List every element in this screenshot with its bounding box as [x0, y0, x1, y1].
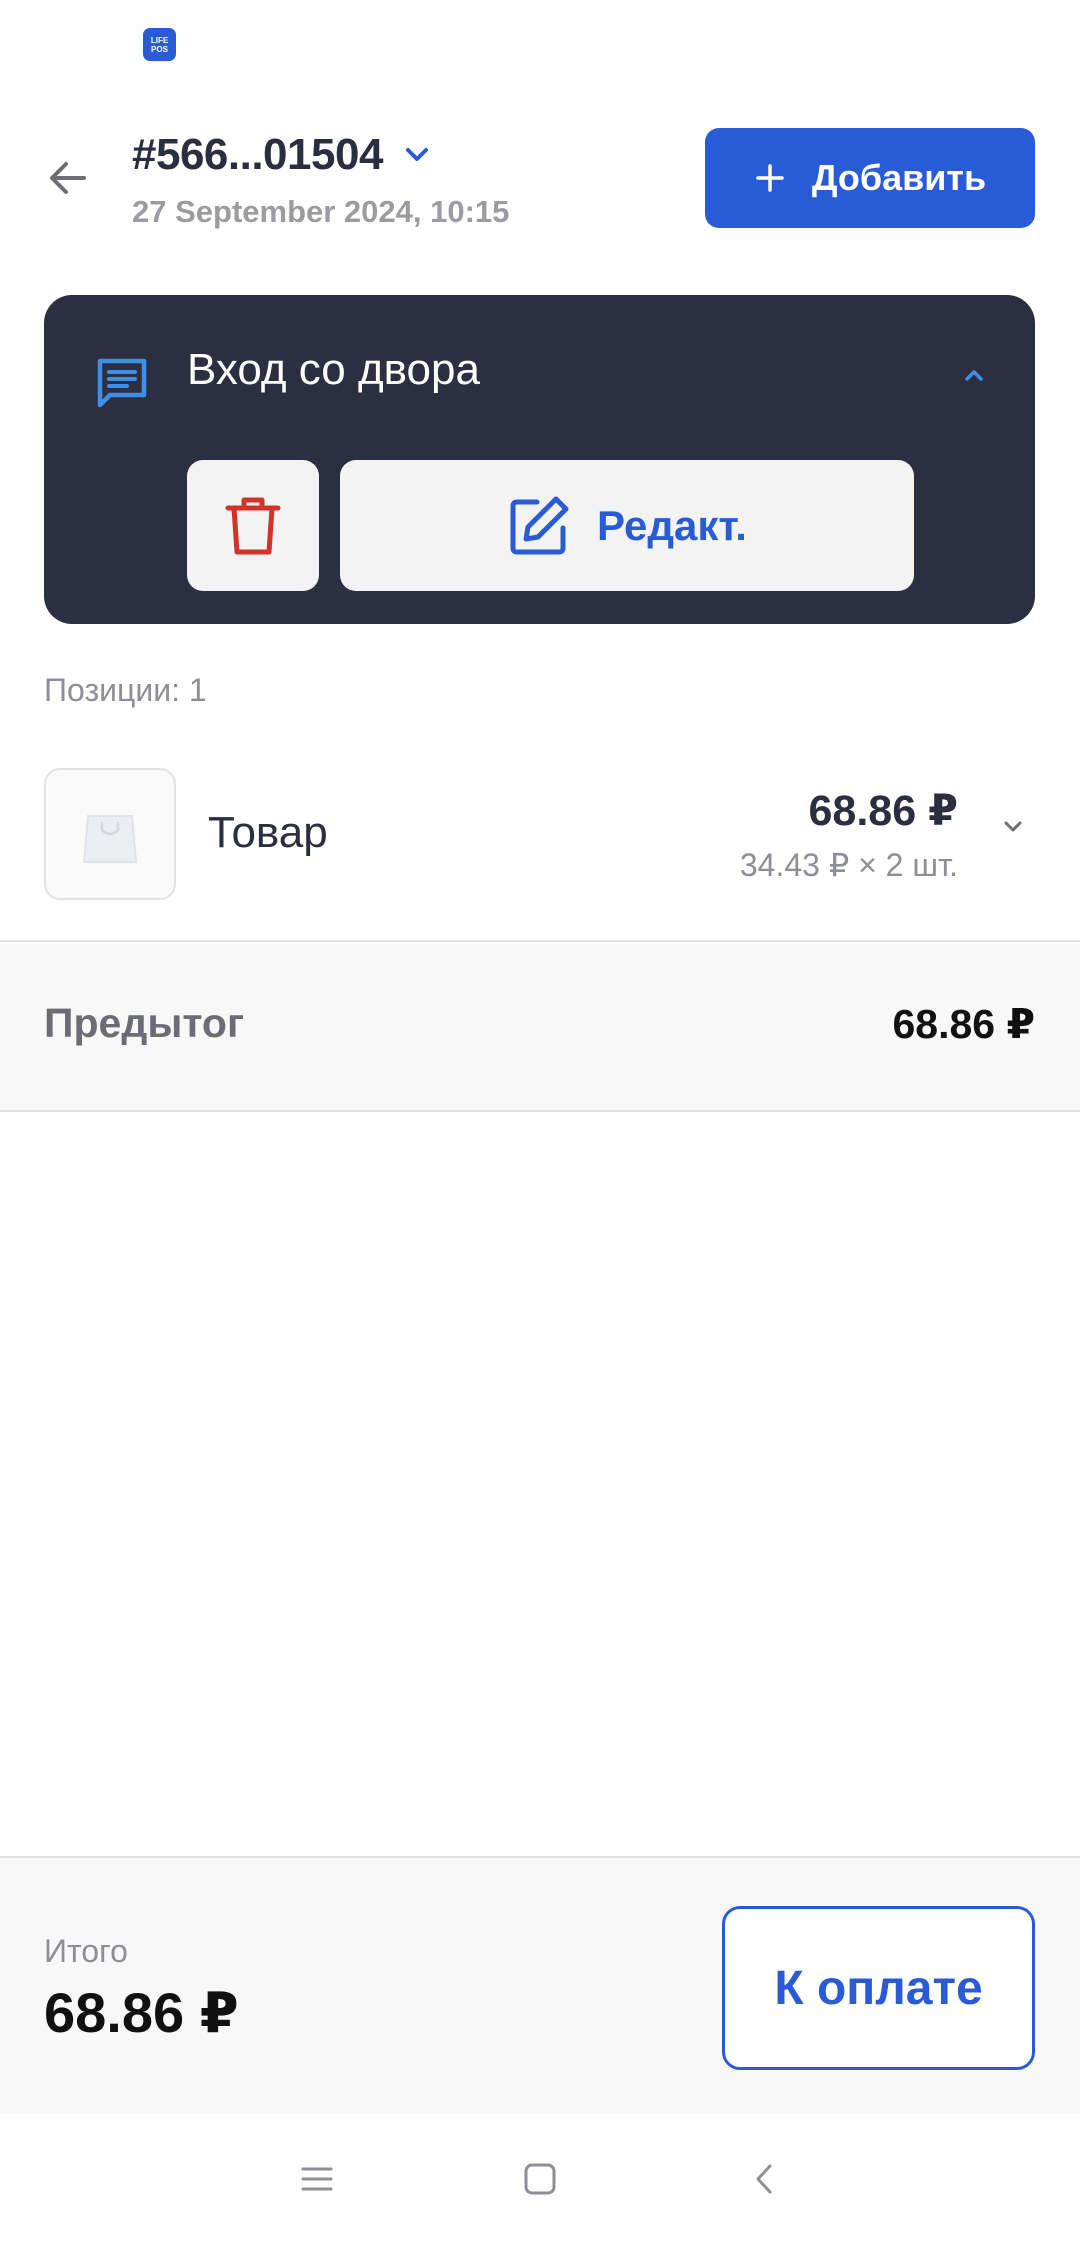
total-value: 68.86 ₽ [44, 1981, 239, 2044]
order-date: 27 September 2024, 10:15 [132, 194, 510, 229]
menu-icon [301, 2167, 333, 2191]
collapse-button[interactable] [944, 345, 1004, 405]
trash-icon [225, 497, 281, 554]
plus-icon [756, 164, 784, 192]
order-selector[interactable]: #566...01504 [132, 130, 433, 180]
item-total: 68.86 ₽ [808, 787, 958, 835]
system-navbar [0, 2114, 1080, 2244]
subtotal-value: 68.86 ₽ [892, 1001, 1035, 1047]
nav-home-button[interactable] [510, 2149, 570, 2209]
order-header: #566...01504 27 September 2024, 10:15 До… [0, 128, 1080, 229]
chevron-down-icon [405, 148, 428, 161]
comment-text: Вход со двора [187, 345, 480, 394]
add-button-label: Добавить [811, 157, 987, 198]
app-logo: LIFE POS [143, 28, 176, 61]
pay-button-label: К оплате [774, 1961, 983, 2015]
pay-button[interactable]: К оплате [722, 1906, 1035, 2070]
arrow-left-icon [50, 162, 86, 194]
item-expand-button[interactable] [990, 804, 1036, 850]
home-square-icon [524, 2163, 556, 2195]
nav-back-button[interactable] [735, 2149, 795, 2209]
edit-button-label: Редакт. [597, 501, 747, 549]
chevron-up-icon [965, 370, 983, 381]
item-name: Товар [208, 808, 328, 857]
subtotal-label: Предытог [44, 1000, 245, 1046]
subtotal-row: Предытог 68.86 ₽ [0, 944, 1080, 1112]
list-item[interactable]: Товар 68.86 ₽ 34.43 ₽ × 2 шт. [0, 760, 1080, 942]
edit-comment-button[interactable]: Редакт. [340, 460, 914, 591]
back-chevron-icon [756, 2164, 772, 2194]
delete-comment-button[interactable] [187, 460, 319, 591]
checkout-footer: Итого 68.86 ₽ К оплате [0, 1856, 1080, 2114]
item-unit-price: 34.43 ₽ × 2 шт. [739, 847, 958, 883]
nav-menu-button[interactable] [287, 2149, 347, 2209]
bag-icon [82, 815, 138, 863]
item-thumbnail [44, 768, 176, 900]
total-label: Итого [44, 1933, 128, 1969]
order-id: #566...01504 [132, 130, 383, 179]
edit-icon [510, 496, 569, 554]
add-button[interactable]: Добавить [705, 128, 1035, 228]
positions-count: Позиции: 1 [44, 672, 207, 708]
comment-icon [97, 358, 147, 408]
order-comment-card: Вход со двора Редакт. [44, 295, 1035, 624]
back-button[interactable] [40, 150, 96, 206]
chevron-down-icon [1004, 821, 1022, 832]
